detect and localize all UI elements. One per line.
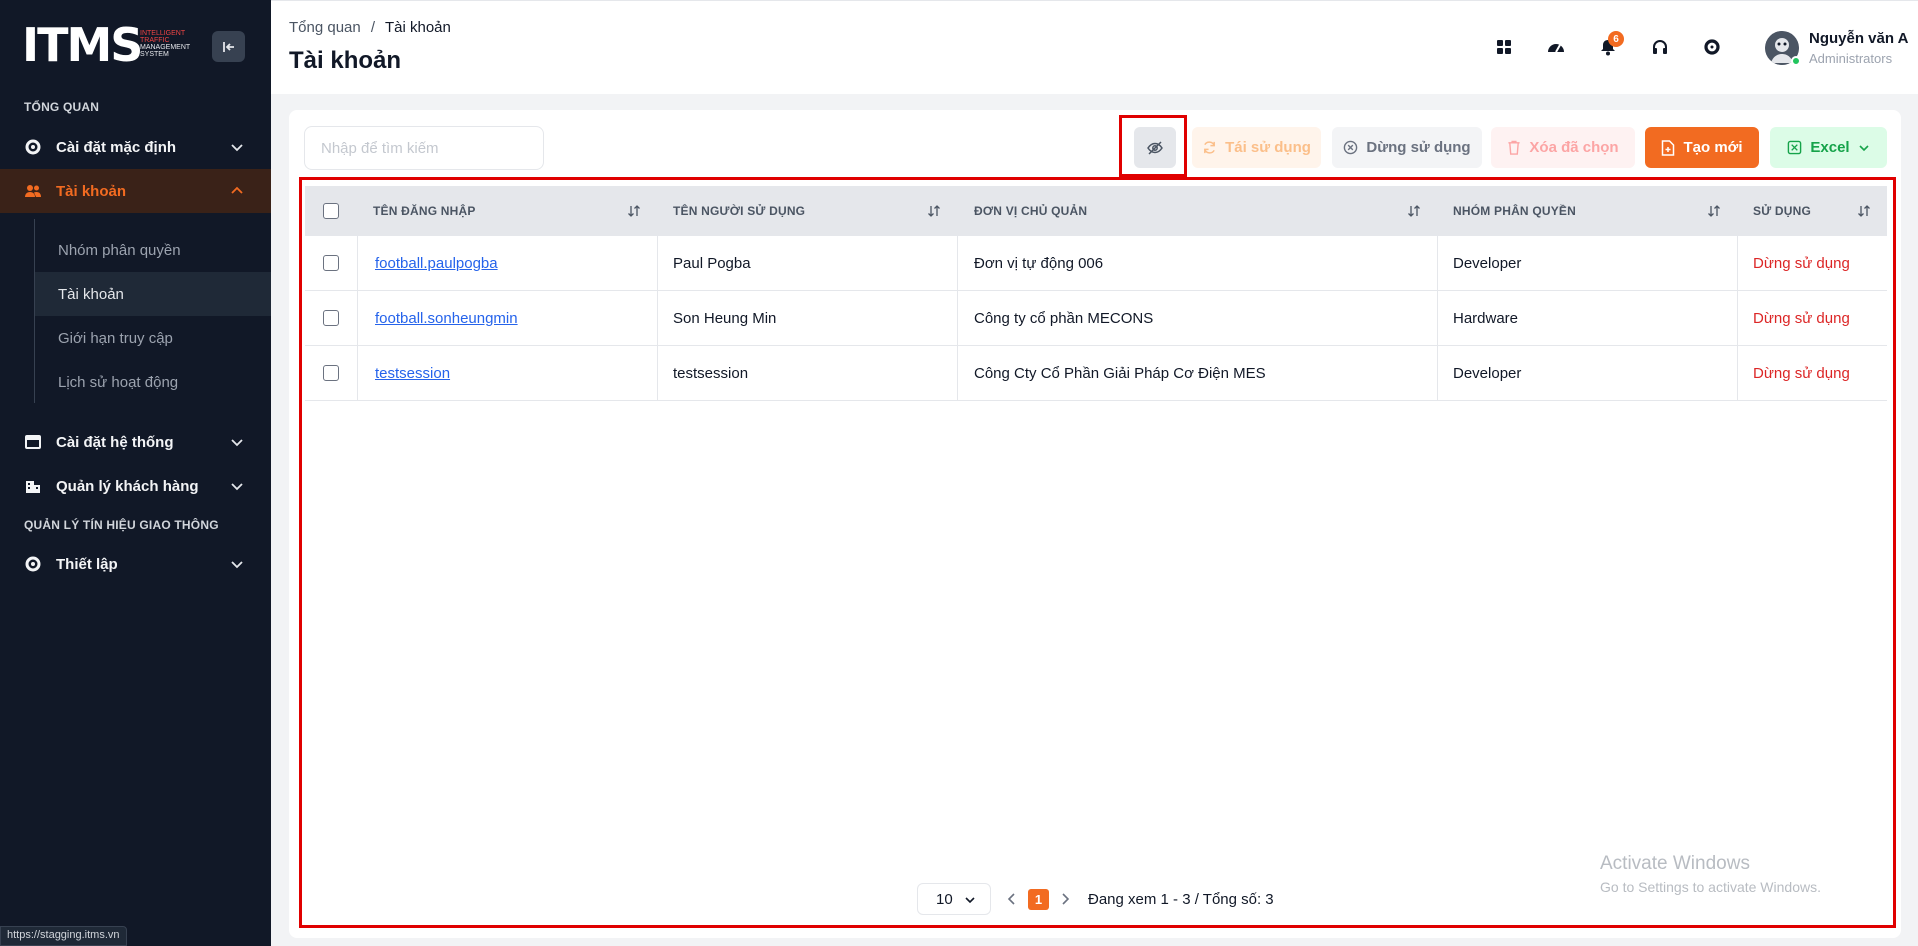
logo-text: ITMS (22, 18, 143, 72)
user-name[interactable]: Nguyễn văn A (1809, 30, 1908, 47)
online-status-dot (1791, 56, 1801, 66)
section-title-overview: TỔNG QUAN (24, 100, 100, 114)
excel-button-label: Excel (1810, 139, 1850, 156)
sidebar-subitem-label: Nhóm phân quyền (58, 242, 181, 259)
building-icon (26, 481, 40, 493)
sidebar-collapse-button[interactable] (212, 31, 245, 62)
sidebar-subitem-accounts[interactable]: Tài khoản (35, 272, 271, 316)
sidebar-item-label: Thiết lập (56, 556, 118, 573)
windows-activation-subtitle: Go to Settings to activate Windows. (1600, 879, 1821, 895)
gear-icon (25, 556, 41, 572)
grid-icon (1497, 40, 1511, 54)
chevron-down-icon (1859, 144, 1869, 151)
logo-subtitle: INTELLIGENT TRAFFIC MANAGEMENT SYSTEM (140, 30, 210, 58)
user-role: Administrators (1809, 51, 1893, 66)
sidebar-item-customer-management[interactable]: Quản lý khách hàng (0, 464, 271, 508)
sidebar-item-default-settings[interactable]: Cài đặt mặc định (0, 125, 271, 169)
delete-selected-button[interactable]: Xóa đã chọn (1491, 127, 1635, 168)
logo-sub-line: MANAGEMENT (140, 44, 191, 51)
trash-icon (1508, 140, 1521, 155)
eye-off-icon (1147, 140, 1163, 155)
sidebar-item-accounts[interactable]: Tài khoản (0, 169, 271, 213)
sidebar-item-system-settings[interactable]: Cài đặt hệ thống (0, 420, 271, 464)
sidebar-subitem-label: Giới hạn truy cập (58, 330, 173, 347)
chevron-down-icon (231, 144, 243, 152)
notification-badge: 6 (1608, 31, 1624, 47)
create-new-button[interactable]: Tạo mới (1645, 127, 1759, 168)
sidebar-subitem-label: Lịch sử hoạt động (58, 374, 179, 391)
settings-button[interactable] (1700, 35, 1724, 59)
file-plus-icon (1662, 139, 1675, 156)
sidebar-subitem-label: Tài khoản (58, 286, 124, 303)
gear-icon (1704, 39, 1720, 55)
sidebar-item-label: Tài khoản (56, 183, 127, 200)
chevron-down-icon (231, 439, 243, 447)
sidebar-item-setup[interactable]: Thiết lập (0, 542, 271, 586)
headset-icon (1653, 40, 1667, 54)
page-title: Tài khoản (289, 47, 402, 74)
sidebar: ITMS INTELLIGENT TRAFFIC MANAGEMENT SYST… (0, 0, 271, 946)
reuse-button-label: Tái sử dụng (1225, 139, 1311, 156)
reuse-button[interactable]: Tái sử dụng (1192, 127, 1321, 168)
breadcrumb-root[interactable]: Tổng quan (289, 19, 361, 36)
notifications-button[interactable]: 6 (1596, 31, 1624, 59)
sidebar-item-label: Cài đặt hệ thống (56, 434, 174, 451)
chevron-right-icon[interactable] (1058, 892, 1072, 906)
sidebar-item-label: Cài đặt mặc định (56, 139, 177, 156)
refresh-icon (1204, 141, 1215, 154)
toggle-columns-visibility-button[interactable] (1134, 127, 1176, 168)
logo-sub-line: INTELLIGENT (140, 30, 186, 37)
users-icon (25, 185, 41, 197)
logo-sub-line: SYSTEM (140, 51, 169, 58)
circle-x-icon (1344, 140, 1358, 155)
breadcrumb: Tổng quan / Tài khoản (289, 19, 451, 36)
top-bar: Tổng quan / Tài khoản Tài khoản 6 Nguyễn… (271, 0, 1918, 94)
status-bar-url: https://stagging.itms.vn (0, 926, 127, 946)
chevron-down-icon (231, 483, 243, 491)
window-icon (25, 435, 41, 449)
stop-using-button[interactable]: Dừng sử dụng (1332, 127, 1482, 168)
gear-icon (25, 139, 41, 155)
chevron-down-icon (965, 897, 975, 904)
create-new-button-label: Tạo mới (1683, 139, 1743, 156)
logo-sub-line: TRAFFIC (140, 37, 170, 44)
search-input[interactable] (304, 126, 544, 170)
current-page-button[interactable]: 1 (1028, 889, 1049, 910)
breadcrumb-separator: / (370, 19, 376, 36)
chevron-left-icon[interactable] (1005, 892, 1019, 906)
support-button[interactable] (1648, 35, 1672, 59)
dashboard-button[interactable] (1544, 35, 1568, 59)
chevron-down-icon (231, 561, 243, 569)
sidebar-subitem-activity-history[interactable]: Lịch sử hoạt động (35, 360, 271, 404)
sidebar-subitem-permission-groups[interactable]: Nhóm phân quyền (35, 228, 271, 272)
gauge-icon (1548, 44, 1564, 53)
delete-selected-button-label: Xóa đã chọn (1529, 139, 1619, 156)
apps-button[interactable] (1492, 35, 1516, 59)
chevron-up-icon (231, 186, 243, 194)
pagination-info: Đang xem 1 - 3 / Tổng số: 3 (1088, 891, 1274, 908)
section-title-traffic-signal: QUẢN LÝ TÍN HIỆU GIAO THÔNG (24, 518, 219, 532)
breadcrumb-current: Tài khoản (384, 19, 451, 36)
stop-using-button-label: Dừng sử dụng (1366, 139, 1471, 156)
excel-export-button[interactable]: Excel (1770, 127, 1887, 168)
highlight-box-table (299, 177, 1896, 928)
page-size-select[interactable]: 10 (917, 883, 991, 915)
sidebar-item-label: Quản lý khách hàng (56, 478, 199, 495)
excel-icon (1788, 140, 1802, 155)
sidebar-subitem-access-limits[interactable]: Giới hạn truy cập (35, 316, 271, 360)
collapse-left-icon (222, 41, 234, 52)
windows-activation-title: Activate Windows (1600, 853, 1750, 874)
page-size-value: 10 (936, 890, 953, 908)
